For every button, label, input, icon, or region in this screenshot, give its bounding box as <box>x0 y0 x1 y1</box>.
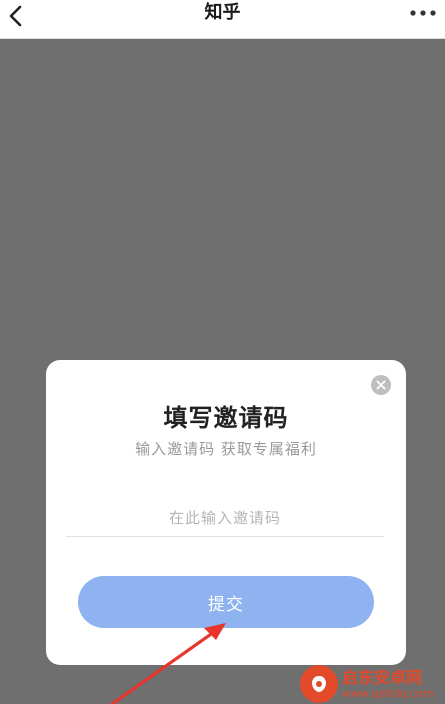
watermark-name: 启东安卓网 <box>342 667 423 687</box>
top-navigation-bar: 知乎 <box>0 0 445 39</box>
close-icon <box>376 380 386 390</box>
submit-button[interactable]: 提交 <box>78 576 374 628</box>
page-title: 知乎 <box>204 2 241 23</box>
invite-code-input[interactable] <box>66 500 384 537</box>
close-button[interactable] <box>371 375 391 395</box>
dialog-subtitle: 输入邀请码 获取专属福利 <box>135 440 317 458</box>
watermark-url: www.qdltdq.com <box>342 686 434 700</box>
dialog-title: 填写邀请码 <box>163 404 289 432</box>
invite-code-dialog: 填写邀请码 输入邀请码 获取专属福利 提交 <box>46 360 406 665</box>
watermark-logo-icon <box>300 665 338 703</box>
more-dots-icon <box>410 10 436 16</box>
more-options-button[interactable] <box>403 4 443 22</box>
site-watermark: 启东安卓网 www.qdltdq.com <box>300 664 445 704</box>
